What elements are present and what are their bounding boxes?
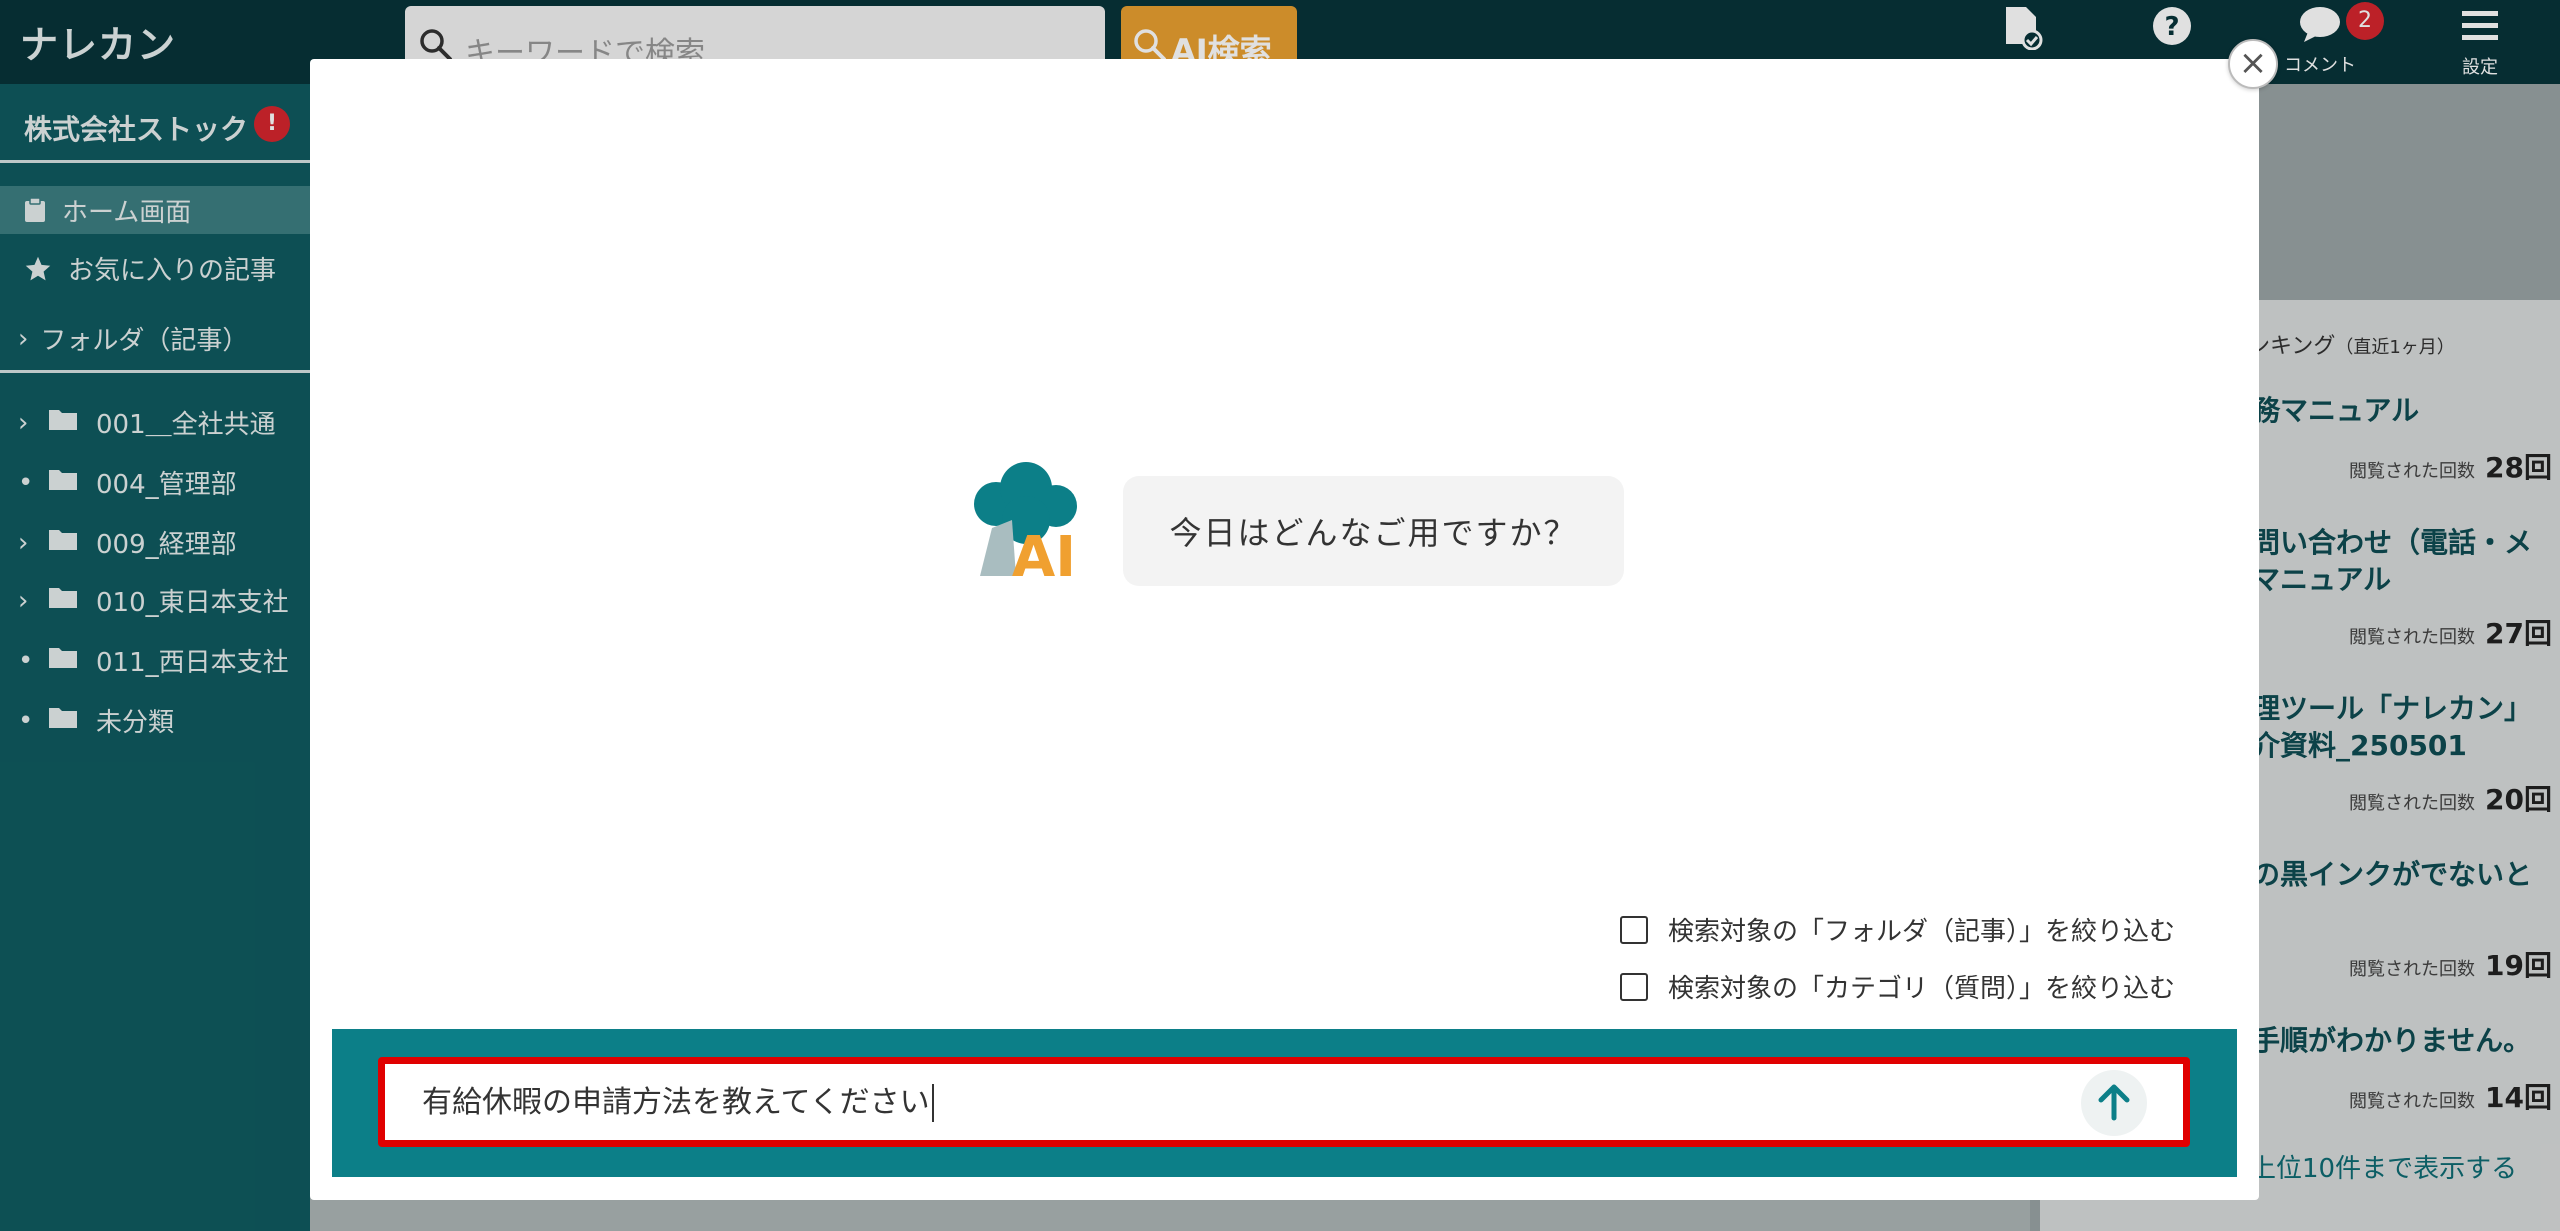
ai-assistant-logo: AI <box>974 462 1077 584</box>
filter-category-label: 検索対象の「カテゴリ（質問）」を絞り込む <box>1668 974 2176 1004</box>
filter-category-checkbox[interactable] <box>1620 972 1648 1001</box>
ai-question-text: 有給休暇の申請方法を教えてください <box>422 1084 934 1122</box>
greeting-text: 今日はどんなご用ですか？ <box>1169 514 1578 552</box>
greeting-bubble: 今日はどんなご用ですか？ <box>1123 476 1624 586</box>
arrow-up-icon <box>2098 1084 2130 1121</box>
send-button[interactable] <box>2081 1070 2147 1136</box>
filter-category-option[interactable]: 検索対象の「カテゴリ（質問）」を絞り込む <box>1620 968 2175 1005</box>
filter-folder-label: 検索対象の「フォルダ（記事）」を絞り込む <box>1668 917 2176 947</box>
ai-logo-text: AI <box>1012 525 1076 584</box>
filter-folder-checkbox[interactable] <box>1620 915 1648 944</box>
modal-close-button[interactable]: × <box>2228 39 2278 89</box>
filter-folder-option[interactable]: 検索対象の「フォルダ（記事）」を絞り込む <box>1620 911 2175 948</box>
